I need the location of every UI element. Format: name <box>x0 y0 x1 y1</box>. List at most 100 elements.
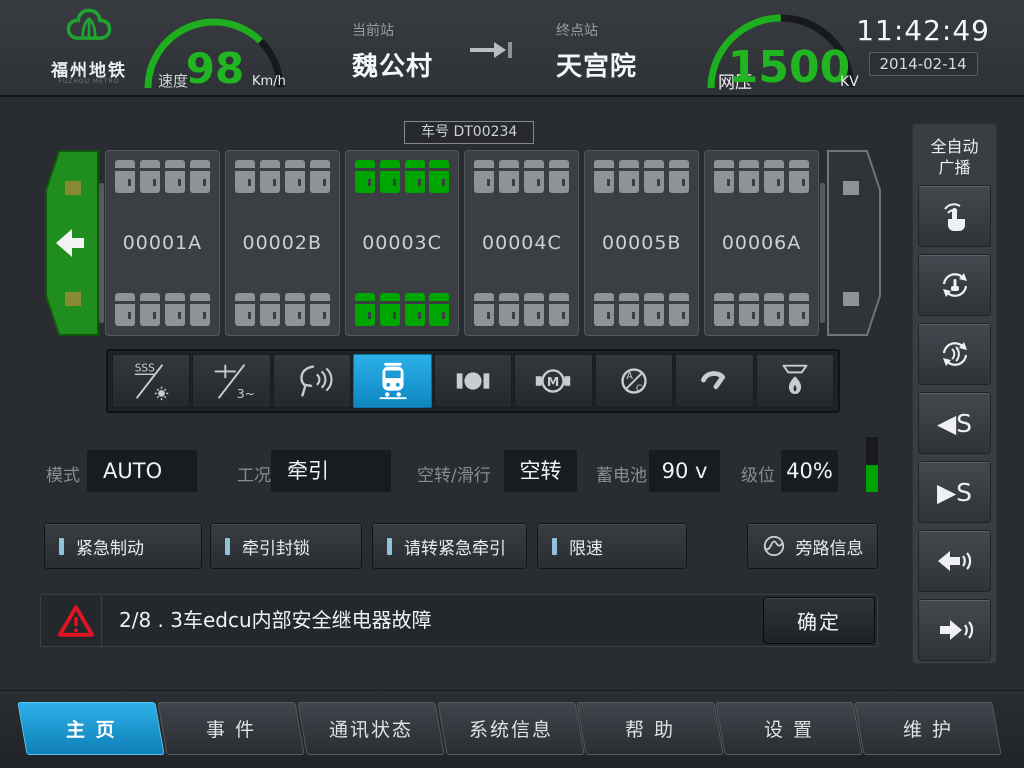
emergency-traction-label: 请转紧急牵引 <box>404 534 506 559</box>
emergency-brake-button[interactable]: 紧急制动 <box>44 523 202 569</box>
door-indicator <box>260 293 280 326</box>
tab-comm-status[interactable]: 通讯状态 <box>297 702 444 755</box>
door-indicator <box>714 293 734 326</box>
coupler-button[interactable] <box>434 354 512 408</box>
train-cars: 00001A 00002B 00003C 00004C 00005B 00006… <box>105 150 819 336</box>
divider <box>101 595 102 646</box>
door-indicator <box>285 160 305 193</box>
door-indicator <box>669 293 689 326</box>
mode-label: 模式 <box>46 461 80 486</box>
bypass-icon <box>762 534 786 558</box>
door-indicator <box>474 293 494 326</box>
alarm-message: 2/8 . 3车edcu内部安全继电器故障 <box>119 595 432 646</box>
train-head-left <box>45 150 99 336</box>
door-indicator <box>499 293 519 326</box>
fire-alarm-icon <box>773 359 817 403</box>
condition-label: 工况 <box>237 461 271 486</box>
compressor-button[interactable]: A C <box>595 354 673 408</box>
status-marker <box>225 538 230 555</box>
door-indicator <box>115 160 135 193</box>
tab-system-info[interactable]: 系统信息 <box>437 702 584 755</box>
traction-lock-button[interactable]: 牵引封锁 <box>210 523 362 569</box>
gangway-connector <box>820 183 825 323</box>
tab-events[interactable]: 事 件 <box>157 702 304 755</box>
motor-icon: M <box>531 359 575 403</box>
door-indicator <box>140 293 160 326</box>
door-indicator <box>115 293 135 326</box>
train-head-right <box>827 150 881 336</box>
door-indicator <box>429 160 449 193</box>
auto-audio-cycle-button[interactable] <box>918 323 991 385</box>
confirm-button[interactable]: 确定 <box>763 597 875 644</box>
door-indicator <box>594 293 614 326</box>
car[interactable]: 00006A <box>704 150 819 336</box>
status-marker <box>59 538 64 555</box>
bypass-info-button[interactable]: 旁路信息 <box>747 523 878 569</box>
door-row-bottom <box>115 293 210 326</box>
door-indicator <box>714 160 734 193</box>
motor-button[interactable]: M <box>514 354 592 408</box>
breaker-3ac-button[interactable]: 3~ <box>192 354 270 408</box>
spin-slide-label: 空转/滑行 <box>417 461 491 486</box>
announcement-button[interactable] <box>273 354 351 408</box>
current-station-label: 当前站 <box>352 20 433 40</box>
emergency-traction-button[interactable]: 请转紧急牵引 <box>372 523 527 569</box>
car[interactable]: 00005B <box>584 150 699 336</box>
level-bar <box>866 437 878 492</box>
door-indicator <box>619 160 639 193</box>
broadcast-left-button[interactable] <box>918 530 991 592</box>
level-value: 40% <box>781 450 838 492</box>
car-label: 00001A <box>115 232 210 254</box>
door-indicator <box>524 293 544 326</box>
door-indicator <box>310 293 330 326</box>
broadcast-right-button[interactable] <box>918 599 991 661</box>
car-label: 00005B <box>594 232 689 254</box>
door-indicator <box>764 160 784 193</box>
door-row-top <box>594 160 689 193</box>
speed-unit: Km/h <box>252 74 286 89</box>
door-indicator <box>789 160 809 193</box>
current-station-value: 魏公村 <box>352 46 433 83</box>
coupler-icon <box>451 359 495 403</box>
car[interactable]: 00002B <box>225 150 340 336</box>
touch-broadcast-button[interactable] <box>918 185 991 247</box>
tab-maintenance[interactable]: 维 护 <box>854 702 1001 755</box>
door-row-top <box>714 160 809 193</box>
speed-limit-button[interactable]: 限速 <box>537 523 687 569</box>
door-indicator <box>594 160 614 193</box>
svg-text:A: A <box>626 371 633 382</box>
hook-icon <box>692 359 736 403</box>
tab-help-label: 帮 助 <box>625 715 675 742</box>
car[interactable]: 00001A <box>105 150 220 336</box>
door-indicator <box>310 160 330 193</box>
station-back-button[interactable]: ◀S <box>918 392 991 454</box>
level-label: 级位 <box>741 461 775 486</box>
hand-cycle-icon <box>937 267 973 303</box>
pantograph-lighting-button[interactable]: SSS <box>112 354 190 408</box>
tab-home[interactable]: 主 页 <box>17 702 164 755</box>
spin-slide-value: 空转 <box>504 450 577 492</box>
door-indicator <box>739 160 759 193</box>
car[interactable]: 00003C <box>345 150 460 336</box>
broadcast-title-line1: 全自动 <box>913 136 996 157</box>
tab-settings[interactable]: 设 置 <box>715 702 862 755</box>
bottom-nav: 主 页 事 件 通讯状态 系统信息 帮 助 设 置 维 护 <box>0 690 1024 768</box>
fire-alarm-button[interactable] <box>756 354 834 408</box>
header: 福州地铁 FUZHOU METRO 速度 98 Km/h 当前站 魏公村 终点站… <box>0 0 1024 97</box>
emergency-brake-label: 紧急制动 <box>76 534 144 559</box>
station-forward-button[interactable]: ▶S <box>918 461 991 523</box>
door-indicator <box>405 160 425 193</box>
tab-help[interactable]: 帮 助 <box>576 702 723 755</box>
door-indicator <box>499 160 519 193</box>
car-label: 00003C <box>355 232 450 254</box>
current-station: 当前站 魏公村 <box>352 20 433 83</box>
broadcast-panel: 全自动 广播 <box>912 123 997 664</box>
hook-button[interactable] <box>675 354 753 408</box>
train-view-button[interactable] <box>353 354 431 408</box>
breaker-3ac-icon: 3~ <box>210 359 254 403</box>
tab-comm-status-label: 通讯状态 <box>329 715 413 742</box>
compressor-icon: A C <box>612 359 656 403</box>
voltage-gauge: 网压 1500 KV <box>696 8 866 94</box>
auto-touch-cycle-button[interactable] <box>918 254 991 316</box>
car[interactable]: 00004C <box>464 150 579 336</box>
